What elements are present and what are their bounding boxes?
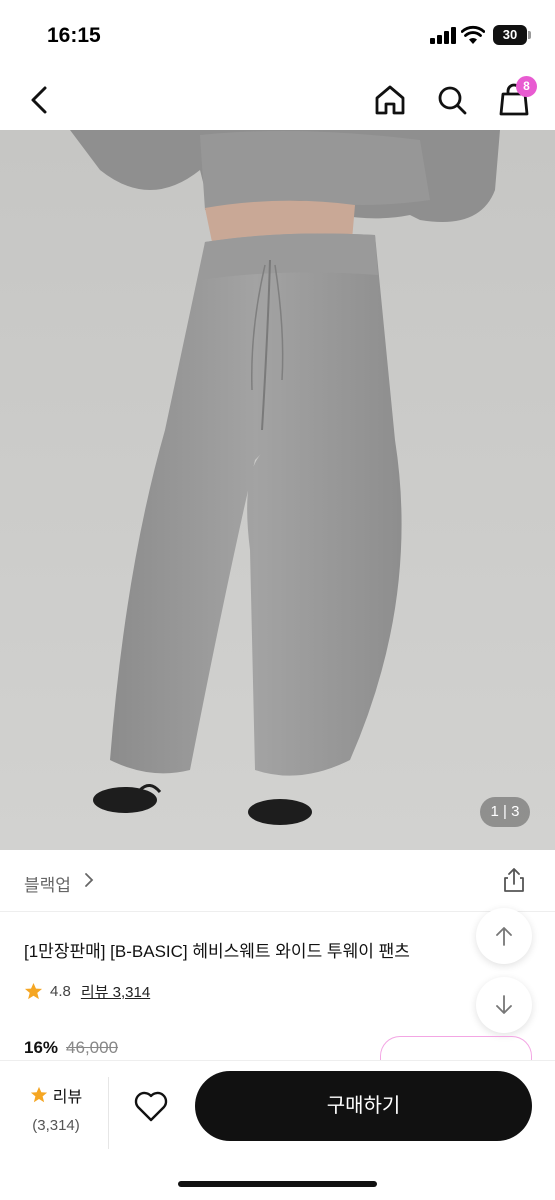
signal-icon xyxy=(430,27,456,44)
heart-icon[interactable] xyxy=(133,1089,169,1123)
battery-tip xyxy=(528,31,531,39)
original-price: 46,000 xyxy=(66,1038,119,1057)
home-icon[interactable] xyxy=(370,80,410,120)
arrow-up-icon xyxy=(496,927,512,946)
scroll-bottom-button[interactable] xyxy=(476,977,532,1033)
review-count: (3,314) xyxy=(32,1117,80,1134)
wifi-icon xyxy=(461,25,485,44)
rating-value: 4.8 xyxy=(50,982,71,1000)
product-image[interactable] xyxy=(0,130,555,850)
review-summary[interactable]: 리뷰 (3,314) xyxy=(18,1083,94,1134)
status-bar: 16:15 30 xyxy=(0,0,555,70)
battery-icon: 30 xyxy=(493,25,527,45)
brand-link[interactable]: 블랙업 xyxy=(24,871,71,896)
home-indicator xyxy=(178,1181,377,1187)
top-nav xyxy=(0,70,555,130)
status-time: 16:15 xyxy=(47,24,101,47)
star-icon xyxy=(30,1086,47,1103)
arrow-down-icon xyxy=(496,995,512,1014)
review-link[interactable]: 리뷰 3,314 xyxy=(81,981,150,1002)
product-title: [1만장판매] [B-BASIC] 헤비스웨트 와이드 투웨이 팬츠 xyxy=(24,942,410,961)
image-pager: 1 | 3 xyxy=(480,797,530,827)
back-icon[interactable] xyxy=(20,80,60,120)
review-label: 리뷰 xyxy=(52,1089,83,1106)
chevron-right-icon[interactable] xyxy=(82,870,96,890)
cart-count-badge: 8 xyxy=(516,76,537,97)
share-icon[interactable] xyxy=(500,866,528,894)
brand-row: 블랙업 xyxy=(0,850,555,912)
product-photo xyxy=(0,130,555,850)
buy-button[interactable]: 구매하기 xyxy=(195,1071,532,1141)
star-icon xyxy=(24,982,43,999)
rating-row: 4.8 리뷰 3,314 xyxy=(24,980,150,1002)
bottom-action-bar: 리뷰 (3,314) 구매하기 xyxy=(0,1060,555,1200)
discount-rate: 16% xyxy=(24,1038,59,1057)
divider xyxy=(108,1077,109,1149)
scroll-top-button[interactable] xyxy=(476,908,532,964)
search-icon[interactable] xyxy=(432,80,472,120)
price-row: 16% 46,000 xyxy=(24,1038,118,1058)
